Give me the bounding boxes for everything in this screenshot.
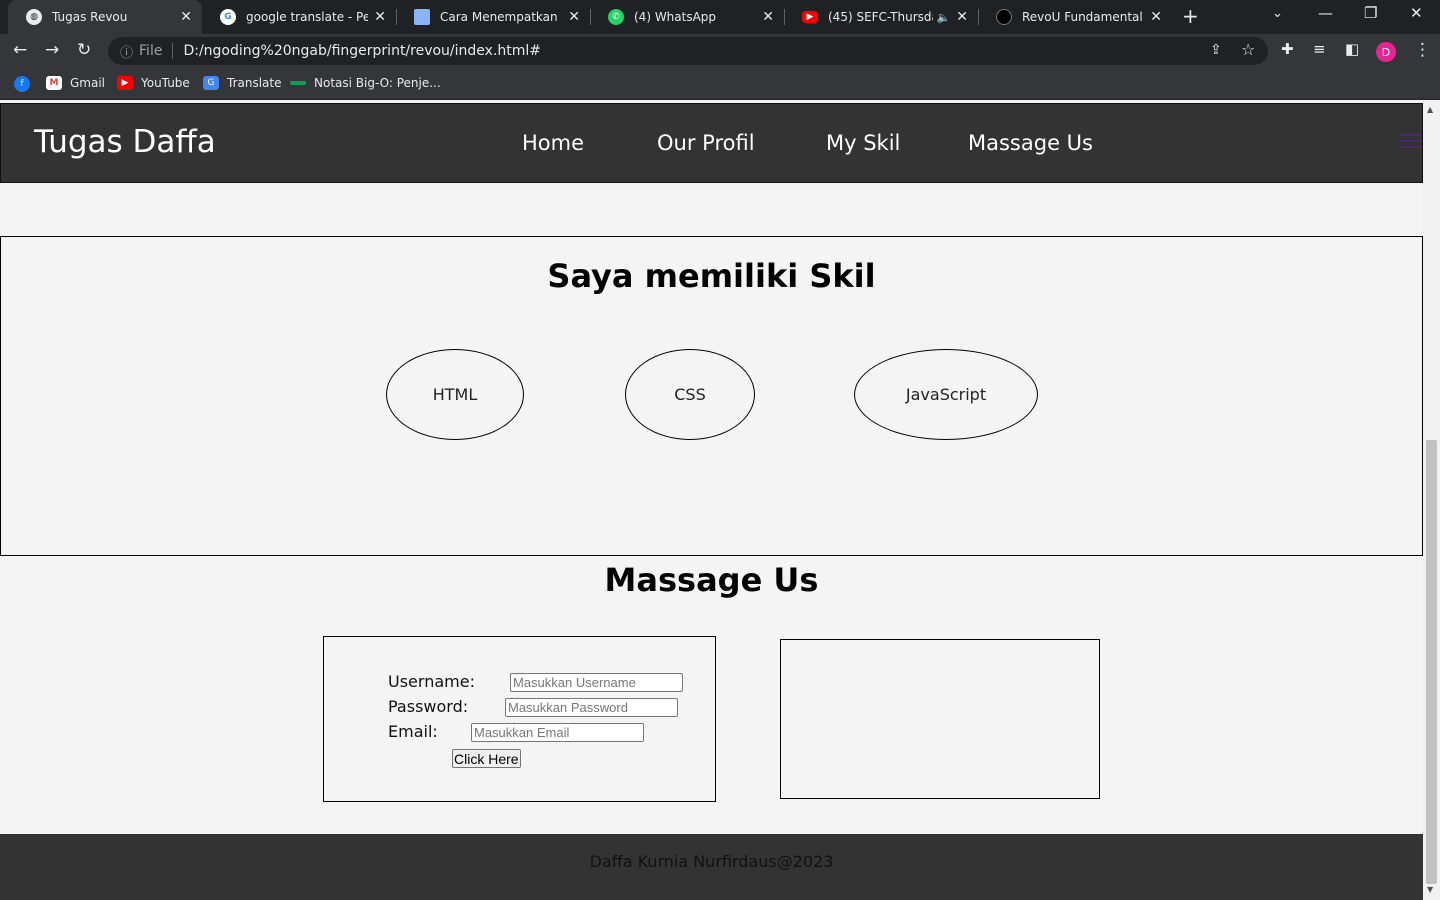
nav-home[interactable]: Home: [522, 131, 584, 155]
minimize-button[interactable]: —: [1318, 4, 1333, 22]
page-scrollbar[interactable]: ▲ ▼: [1423, 101, 1440, 900]
address-bar[interactable]: ⓘ File D:/ngoding%20ngab/fingerprint/rev…: [108, 37, 1268, 65]
bookmark-youtube[interactable]: ▶ YouTube: [117, 76, 190, 90]
tab-search-icon[interactable]: ⌄: [1272, 6, 1283, 21]
scroll-up-icon[interactable]: ▲: [1427, 105, 1433, 114]
tab-cara-menempatkan[interactable]: Cara Menempatkan Butt ✕: [396, 0, 590, 34]
nav-our-profil[interactable]: Our Profil: [657, 131, 755, 155]
side-panel-icon[interactable]: ◧: [1345, 40, 1359, 58]
skills-title: Saya memiliki Skil: [547, 257, 876, 295]
scrollbar-thumb[interactable]: [1426, 440, 1437, 884]
revou-icon: [996, 9, 1012, 25]
tab-whatsapp[interactable]: ✆ (4) WhatsApp ✕: [590, 0, 784, 34]
contact-title: Massage Us: [604, 561, 819, 599]
google-icon: G: [220, 9, 236, 25]
tab-strip: ◍ Tugas Revou ✕ G google translate - Pen…: [0, 0, 1440, 34]
footer-copyright: Daffa Kurnia Nurfirdaus@2023: [589, 852, 834, 871]
restore-button[interactable]: ❐: [1364, 4, 1377, 22]
url-text[interactable]: D:/ngoding%20ngab/fingerprint/revou/inde…: [183, 43, 541, 59]
site-navbar: Tugas Daffa Home Our Profil My Skil Mass…: [0, 103, 1423, 183]
tab-close-icon[interactable]: ✕: [374, 9, 386, 25]
menu-kebab-icon[interactable]: ⋮: [1414, 40, 1431, 60]
skill-javascript: JavaScript: [854, 349, 1038, 440]
tab-close-icon[interactable]: ✕: [568, 9, 580, 25]
contact-side-box: [780, 639, 1100, 799]
password-label: Password:: [388, 697, 469, 716]
address-divider: [172, 43, 174, 59]
site-footer: Daffa Kurnia Nurfirdaus@2023: [0, 834, 1423, 900]
bookmark-facebook[interactable]: f: [14, 76, 38, 92]
password-input[interactable]: [505, 698, 678, 717]
username-input[interactable]: [510, 673, 683, 692]
youtube-icon: ▶: [117, 76, 133, 90]
browser-toolbar: ← → ↻ ⓘ File D:/ngoding%20ngab/fingerpri…: [0, 34, 1440, 68]
bookmarks-bar: f M Gmail ▶ YouTube G Translate Notasi B…: [0, 68, 1440, 100]
tab-revou-fundamental[interactable]: RevoU Fundamental Cou ✕: [978, 0, 1172, 34]
hamburger-menu-icon[interactable]: [1399, 134, 1421, 152]
tab-close-icon[interactable]: ✕: [180, 9, 192, 25]
globe-icon: ◍: [26, 9, 42, 25]
facebook-icon: f: [14, 76, 30, 92]
tab-tugas-revou[interactable]: ◍ Tugas Revou ✕: [8, 0, 202, 34]
contact-form: Username: Password: Email: Click Here: [323, 636, 716, 802]
username-label: Username:: [388, 672, 475, 691]
bookmark-translate[interactable]: G Translate: [203, 76, 282, 90]
forward-icon[interactable]: →: [45, 40, 59, 60]
bookmark-gmail[interactable]: M Gmail: [46, 76, 105, 90]
page-icon: [414, 9, 430, 25]
youtube-icon: ▶: [802, 11, 818, 23]
profile-avatar[interactable]: D: [1376, 42, 1396, 62]
email-label: Email:: [388, 722, 438, 741]
nav-massage-us[interactable]: Massage Us: [968, 131, 1093, 155]
nav-my-skil[interactable]: My Skil: [826, 131, 900, 155]
whatsapp-icon: ✆: [608, 9, 624, 25]
page-viewport: Tugas Daffa Home Our Profil My Skil Mass…: [0, 101, 1423, 900]
bookmark-icon: [290, 81, 306, 85]
bookmark-notasi-big-o[interactable]: Notasi Big-O: Penje...: [290, 76, 441, 90]
tab-sefc-thursday[interactable]: ▶ (45) SEFC-Thursday 🔈 ✕: [784, 0, 978, 34]
back-icon[interactable]: ←: [13, 40, 27, 60]
star-icon[interactable]: ☆: [1241, 40, 1255, 59]
extensions-icon[interactable]: ✚: [1281, 40, 1294, 58]
new-tab-button[interactable]: +: [1182, 4, 1199, 28]
reload-icon[interactable]: ↻: [77, 40, 91, 60]
site-brand[interactable]: Tugas Daffa: [34, 124, 216, 160]
translate-icon: G: [203, 76, 219, 90]
email-input[interactable]: [471, 723, 644, 742]
skill-css: CSS: [625, 349, 755, 440]
skills-section: Saya memiliki Skil HTML CSS JavaScript: [0, 236, 1423, 556]
tab-close-icon[interactable]: ✕: [956, 9, 968, 25]
share-icon[interactable]: ⇪: [1210, 42, 1222, 58]
info-icon[interactable]: ⓘ: [120, 42, 133, 61]
media-icon[interactable]: ≡: [1313, 40, 1326, 58]
tab-close-icon[interactable]: ✕: [1150, 9, 1162, 25]
speaker-icon[interactable]: 🔈: [937, 11, 951, 24]
tab-google-translate[interactable]: G google translate - Penelu ✕: [202, 0, 396, 34]
click-here-button[interactable]: Click Here: [452, 749, 521, 768]
close-window-button[interactable]: ✕: [1410, 4, 1423, 22]
gmail-icon: M: [46, 76, 62, 90]
tab-close-icon[interactable]: ✕: [762, 9, 774, 25]
skill-html: HTML: [386, 349, 524, 440]
scroll-down-icon[interactable]: ▼: [1427, 885, 1433, 894]
